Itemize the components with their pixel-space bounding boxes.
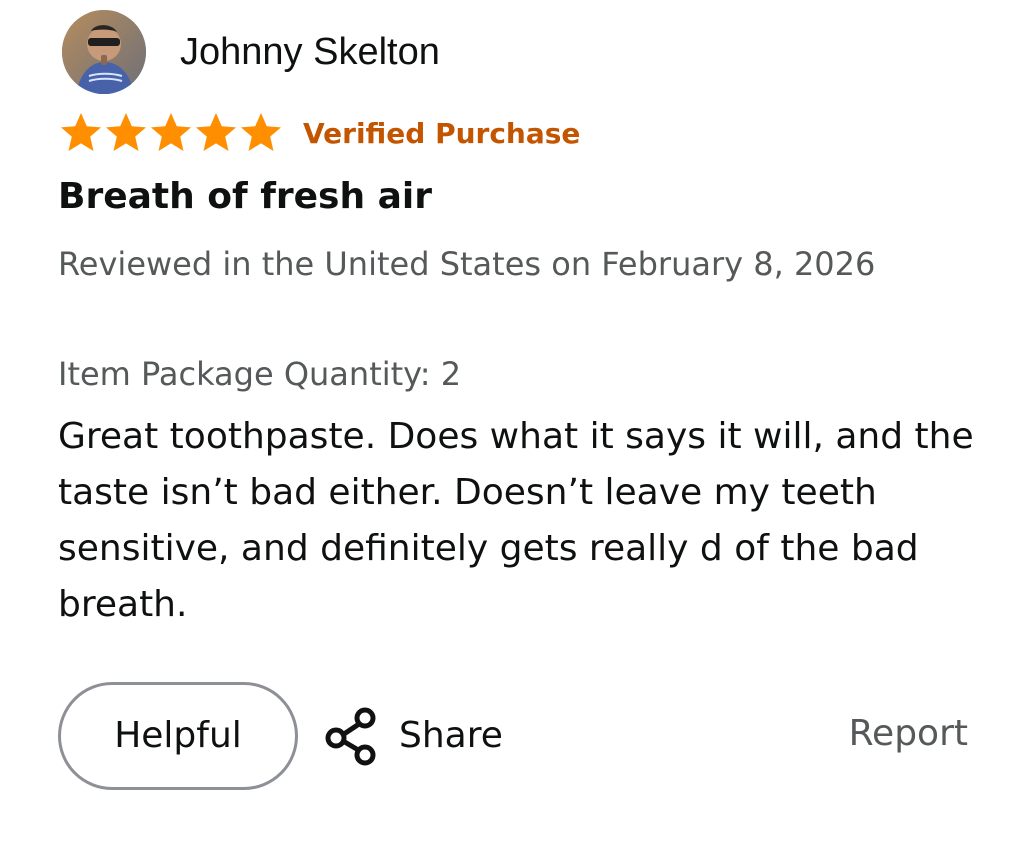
report-link[interactable]: Report	[849, 716, 968, 752]
helpful-button[interactable]: Helpful	[58, 682, 298, 790]
star-icon	[241, 113, 281, 151]
review-card: Johnny Skelton Verified Purchase Breath …	[58, 0, 978, 845]
review-actions: Helpful Share Report	[58, 682, 968, 794]
star-icon	[106, 113, 146, 151]
reviewer-profile[interactable]: Johnny Skelton	[62, 10, 440, 94]
review-body: Great toothpaste. Does what it says it w…	[58, 416, 974, 625]
reviewer-name[interactable]: Johnny Skelton	[180, 33, 440, 71]
review-date-location: Reviewed in the United States on Februar…	[58, 245, 876, 283]
review-title: Breath of fresh air	[58, 176, 433, 217]
star-icon	[61, 113, 101, 151]
share-icon	[325, 707, 376, 766]
profile-avatar-icon	[62, 10, 146, 94]
verified-purchase-badge: Verified Purchase	[303, 116, 581, 150]
item-package-quantity: Item Package Quantity: 2	[58, 355, 462, 393]
share-label: Share	[399, 715, 503, 756]
star-rating	[58, 111, 283, 155]
share-button[interactable]: Share	[323, 702, 503, 770]
rating-row: Verified Purchase	[58, 111, 580, 155]
avatar[interactable]	[62, 10, 146, 94]
star-icon	[151, 113, 191, 151]
star-icon	[196, 113, 236, 151]
